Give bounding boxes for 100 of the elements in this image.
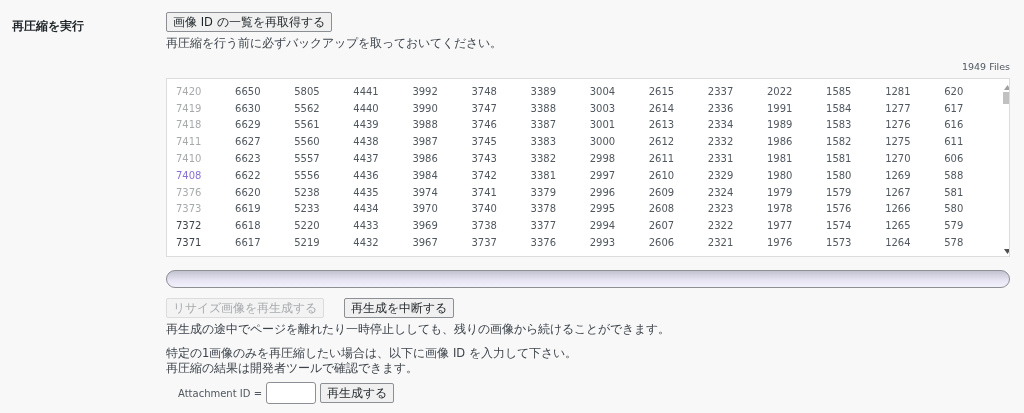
id-number: 3387 — [530, 119, 556, 131]
id-number: 581 — [944, 186, 964, 198]
regenerate-single-button[interactable]: 再生成する — [320, 383, 394, 403]
id-number: 3745 — [471, 136, 497, 148]
id-number: 4438 — [353, 136, 379, 148]
id-number: 2337 — [707, 85, 734, 97]
id-number: 3378 — [530, 203, 556, 215]
scrollbar-thumb[interactable] — [1003, 92, 1009, 104]
id-number: 7411 — [176, 136, 202, 148]
id-number: 2613 — [648, 119, 675, 131]
id-number: 1991 — [766, 102, 793, 114]
id-number: 1979 — [766, 186, 793, 198]
id-number: 606 — [944, 153, 964, 165]
id-number: 6618 — [235, 220, 261, 232]
id-number: 3986 — [412, 153, 438, 165]
id-number: 5219 — [294, 237, 320, 249]
id-number: 2614 — [648, 102, 675, 114]
id-number: 3748 — [471, 85, 497, 97]
id-number: 4440 — [353, 102, 379, 114]
id-number: 611 — [944, 136, 964, 148]
id-number: 3970 — [412, 203, 438, 215]
id-number: 3001 — [589, 119, 616, 131]
id-number: 3743 — [471, 153, 497, 165]
id-number: 2336 — [707, 102, 734, 114]
id-number: 1579 — [826, 186, 852, 198]
id-number: 3382 — [530, 153, 556, 165]
id-number: 2329 — [707, 169, 734, 181]
id-number: 1978 — [766, 203, 793, 215]
id-number: 1265 — [885, 220, 911, 232]
id-number: 1275 — [885, 136, 911, 148]
id-number: 578 — [944, 237, 964, 249]
id-number: 1574 — [826, 220, 852, 232]
id-number: 2995 — [589, 203, 616, 215]
id-number: 3376 — [530, 237, 556, 249]
id-number: 6629 — [235, 119, 261, 131]
help-text: 特定の1画像のみを再圧縮したい場合は、以下に画像 ID を入力して下さい。 — [166, 346, 577, 361]
id-number: 4439 — [353, 119, 379, 131]
id-number: 2606 — [648, 237, 675, 249]
section-label: 再圧縮を実行 — [12, 18, 85, 35]
id-number: 3987 — [412, 136, 438, 148]
id-number: 3992 — [412, 85, 438, 97]
backup-note: 再圧縮を行う前に必ずバックアップを取っておいてください。 — [166, 36, 502, 51]
id-number: 7371 — [176, 237, 202, 249]
id-number: 2334 — [707, 119, 734, 131]
id-number: 5220 — [294, 220, 320, 232]
attachment-id-label: Attachment ID = — [178, 387, 262, 399]
id-number: 616 — [944, 119, 964, 131]
id-number: 3988 — [412, 119, 438, 131]
id-number: 5238 — [294, 186, 320, 198]
id-number: 3967 — [412, 237, 438, 249]
id-number: 1576 — [826, 203, 852, 215]
id-number: 2607 — [648, 220, 675, 232]
scroll-down-icon[interactable] — [1003, 249, 1009, 254]
id-number: 2609 — [648, 186, 675, 198]
id-number: 1583 — [826, 119, 852, 131]
id-number: 1281 — [885, 85, 911, 97]
id-number: 6623 — [235, 153, 261, 165]
id-number: 5556 — [294, 169, 320, 181]
id-number: 2612 — [648, 136, 675, 148]
id-number: 2998 — [589, 153, 616, 165]
abort-button[interactable]: 再生成を中断する — [344, 298, 454, 318]
id-number: 2331 — [707, 153, 734, 165]
id-number: 617 — [944, 102, 964, 114]
attachment-id-field[interactable] — [266, 382, 316, 404]
id-number: 1269 — [885, 169, 911, 181]
id-number: 2608 — [648, 203, 675, 215]
id-number: 2615 — [648, 85, 675, 97]
id-number: 6627 — [235, 136, 261, 148]
id-number: 3379 — [530, 186, 556, 198]
id-number: 1582 — [826, 136, 852, 148]
id-number: 5233 — [294, 203, 320, 215]
id-number: 6620 — [235, 186, 261, 198]
id-number: 3383 — [530, 136, 556, 148]
refetch-button[interactable]: 画像 ID の一覧を再取得する — [166, 12, 332, 32]
id-number: 3004 — [589, 85, 616, 97]
help-text: 再圧縮の結果は開発者ツールで確認できます。 — [166, 361, 419, 376]
id-number: 4434 — [353, 203, 379, 215]
id-number: 6617 — [235, 237, 261, 249]
id-number: 7418 — [176, 119, 202, 131]
id-number: 6619 — [235, 203, 261, 215]
id-number: 1981 — [766, 153, 793, 165]
id-number: 6630 — [235, 102, 261, 114]
id-number: 579 — [944, 220, 964, 232]
id-number: 1277 — [885, 102, 911, 114]
id-number: 4433 — [353, 220, 379, 232]
id-number: 5561 — [294, 119, 320, 131]
id-number: 1989 — [766, 119, 793, 131]
id-number: 2996 — [589, 186, 616, 198]
id-number: 1270 — [885, 153, 911, 165]
id-number: 6622 — [235, 169, 261, 181]
id-number: 1266 — [885, 203, 911, 215]
id-number: 1580 — [826, 169, 852, 181]
id-number: 3377 — [530, 220, 556, 232]
id-number: 1986 — [766, 136, 793, 148]
id-number: 2322 — [707, 220, 734, 232]
id-number: 2994 — [589, 220, 616, 232]
id-number: 1267 — [885, 186, 911, 198]
scroll-up-icon[interactable] — [1003, 85, 1009, 90]
id-number: 3738 — [471, 220, 497, 232]
id-number: 3969 — [412, 220, 438, 232]
